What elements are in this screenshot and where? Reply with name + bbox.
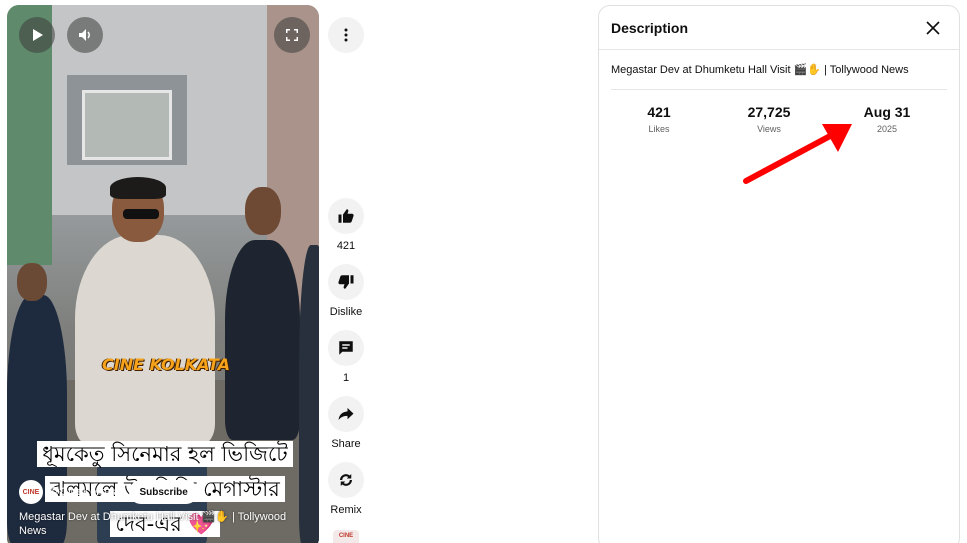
more-options-button[interactable] bbox=[328, 17, 364, 53]
volume-icon bbox=[79, 29, 90, 41]
play-button[interactable] bbox=[19, 17, 55, 53]
channel-handle[interactable]: @CineKolkata bbox=[49, 486, 119, 498]
comment-action: 1 bbox=[328, 330, 364, 384]
remix-label: Remix bbox=[330, 504, 362, 516]
dislike-action: Dislike bbox=[328, 264, 364, 318]
description-title: Description bbox=[611, 19, 689, 36]
stat-likes: 421 Likes bbox=[633, 104, 685, 134]
video-scene-main-hair bbox=[110, 177, 166, 199]
like-button[interactable] bbox=[328, 198, 364, 234]
share-label: Share bbox=[331, 438, 361, 450]
thumbs-down-icon bbox=[338, 275, 354, 289]
video-scene-guard bbox=[225, 240, 300, 440]
channel-row: CINE @CineKolkata Subscribe bbox=[19, 480, 198, 504]
fullscreen-button[interactable] bbox=[274, 17, 310, 53]
like-action: 421 bbox=[328, 198, 364, 252]
thumbs-up-icon bbox=[338, 209, 354, 223]
fullscreen-icon bbox=[286, 29, 298, 41]
description-header: Description bbox=[599, 6, 959, 50]
stat-date-year: 2025 bbox=[876, 124, 898, 134]
close-icon bbox=[926, 20, 940, 35]
share-action: Share bbox=[328, 396, 364, 450]
comments-button[interactable] bbox=[328, 330, 364, 366]
subscribe-button[interactable]: Subscribe bbox=[129, 480, 198, 504]
comment-icon bbox=[339, 341, 353, 355]
stat-likes-label: Likes bbox=[648, 124, 670, 134]
remix-action: Remix bbox=[328, 462, 364, 516]
stat-date: Aug 31 2025 bbox=[855, 104, 919, 134]
video-scene-person-head bbox=[17, 263, 47, 301]
sound-thumbnail[interactable]: CINE bbox=[333, 530, 359, 543]
dislike-button[interactable] bbox=[328, 264, 364, 300]
like-count: 421 bbox=[336, 240, 356, 252]
dislike-label: Dislike bbox=[329, 306, 363, 318]
video-scene-main-person bbox=[75, 235, 215, 445]
more-vert-icon bbox=[344, 28, 348, 42]
brand-overlay: CINE KOLKATA bbox=[102, 355, 231, 374]
remix-icon bbox=[340, 474, 352, 486]
close-description-button[interactable] bbox=[921, 16, 945, 40]
stat-date-value: Aug 31 bbox=[863, 104, 911, 120]
description-text: Megastar Dev at Dhumketu Hall Visit 🎬✋ |… bbox=[611, 64, 909, 76]
video-scene-window bbox=[82, 90, 172, 160]
video-title[interactable]: Megastar Dev at Dhumketu Hall Visit 🎬✋ |… bbox=[19, 510, 304, 538]
video-scene-sunglasses bbox=[123, 209, 159, 219]
video-scene-guard-head bbox=[245, 187, 281, 235]
shorts-page: CINE KOLKATA ধূমকেতু সিনেমার হল ভিজিটে ঝ… bbox=[0, 0, 967, 543]
comment-count: 1 bbox=[342, 372, 350, 384]
remix-button[interactable] bbox=[328, 462, 364, 498]
channel-avatar[interactable]: CINE bbox=[19, 480, 43, 504]
play-icon bbox=[33, 29, 43, 41]
video-player[interactable]: CINE KOLKATA ধূমকেতু সিনেমার হল ভিজিটে ঝ… bbox=[7, 5, 319, 543]
annotation-arrow-icon bbox=[743, 124, 852, 184]
share-arrow-icon bbox=[338, 408, 354, 420]
volume-button[interactable] bbox=[67, 17, 103, 53]
stat-likes-value: 421 bbox=[647, 104, 671, 120]
share-button[interactable] bbox=[328, 396, 364, 432]
description-panel: Description Megastar Dev at Dhumketu Hal… bbox=[598, 5, 960, 543]
